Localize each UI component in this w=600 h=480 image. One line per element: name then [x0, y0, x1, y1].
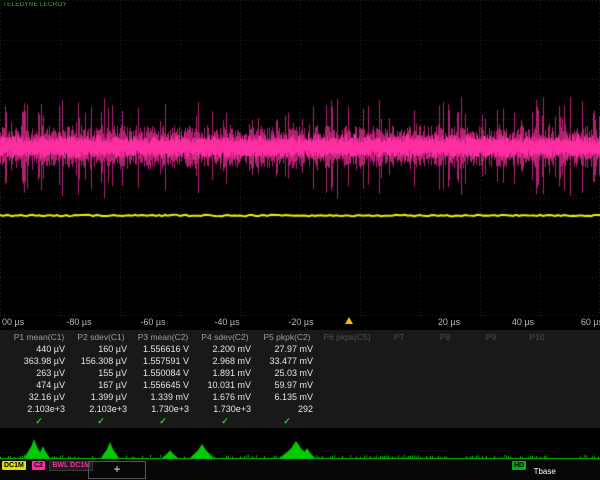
- measure-mean: 363.98 µV: [8, 355, 70, 367]
- histicon-strip: [0, 428, 600, 460]
- measure-header[interactable]: P2 sdev(C1): [70, 331, 132, 343]
- measure-header[interactable]: P6 pkpk(C5): [318, 331, 376, 343]
- measure-num: 2.103e+3: [8, 403, 70, 415]
- measure-min: 25.03 mV: [256, 367, 318, 379]
- measure-header[interactable]: P4 sdev(C2): [194, 331, 256, 343]
- measure-max: 474 µV: [8, 379, 70, 391]
- measure-header[interactable]: P3 mean(C2): [132, 331, 194, 343]
- time-tick: 40 µs: [512, 317, 534, 327]
- measure-header[interactable]: P1 mean(C1): [8, 331, 70, 343]
- measure-mean: 156.308 µV: [70, 355, 132, 367]
- measure-num: 1.730e+3: [132, 403, 194, 415]
- measure-column-p3: P3 mean(C2) 1.556616 V 1.557591 V 1.5500…: [132, 331, 194, 428]
- time-tick: -40 µs: [214, 317, 239, 327]
- time-tick: -20 µs: [288, 317, 313, 327]
- brand-logo: TELEDYNE LECROY: [3, 2, 67, 8]
- measure-column-p9: P9: [468, 331, 514, 428]
- hd-badge: HD: [512, 461, 526, 470]
- time-tick: -60 µs: [140, 317, 165, 327]
- measure-num: 2.103e+3: [70, 403, 132, 415]
- measure-max: 167 µV: [70, 379, 132, 391]
- measure-column-p5: P5 pkpk(C2) 27.97 mV 33.477 mV 25.03 mV …: [256, 331, 318, 428]
- time-tick: 20 µs: [438, 317, 460, 327]
- time-axis: 00 µs -80 µs -60 µs -40 µs -20 µs 20 µs …: [0, 317, 600, 330]
- time-tick: 00 µs: [2, 317, 24, 327]
- measure-header[interactable]: P9: [468, 331, 514, 343]
- c1-coupling-badge[interactable]: DC1M: [2, 461, 26, 470]
- time-tick: -80 µs: [66, 317, 91, 327]
- measure-column-p10: P10: [514, 331, 560, 428]
- measure-mean: 33.477 mV: [256, 355, 318, 367]
- measure-header[interactable]: P7: [376, 331, 422, 343]
- measure-status-icon: ✓: [194, 415, 256, 427]
- measure-status-icon: ✓: [256, 415, 318, 427]
- measure-value: 440 µV: [8, 343, 70, 355]
- channel-c2-descriptor[interactable]: C2 BWL DC1M 10.0 mV: [32, 461, 93, 480]
- cursor-box[interactable]: +: [88, 461, 146, 479]
- measure-column-p1: P1 mean(C1) 440 µV 363.98 µV 263 µV 474 …: [8, 331, 70, 428]
- measure-header[interactable]: P10: [514, 331, 560, 343]
- measure-column-p2: P2 sdev(C1) 160 µV 156.308 µV 155 µV 167…: [70, 331, 132, 428]
- measure-status-icon: ✓: [132, 415, 194, 427]
- measure-num: 292: [256, 403, 318, 415]
- trigger-marker[interactable]: [345, 317, 353, 324]
- measure-status-icon: ✓: [70, 415, 132, 427]
- crosshair-cursor[interactable]: +: [113, 462, 120, 476]
- measure-status-icon: ✓: [8, 415, 70, 427]
- measure-sdev: 1.339 mV: [132, 391, 194, 403]
- measure-min: 1.891 mV: [194, 367, 256, 379]
- measure-column-p7: P7: [376, 331, 422, 428]
- oscilloscope-screen: TELEDYNE LECROY 00 µs -80 µs -60 µs -40 …: [0, 0, 600, 480]
- measure-header[interactable]: P8: [422, 331, 468, 343]
- measure-value: 2.200 mV: [194, 343, 256, 355]
- measure-max: 10.031 mV: [194, 379, 256, 391]
- measurement-table: P1 mean(C1) 440 µV 363.98 µV 263 µV 474 …: [0, 330, 600, 428]
- measure-sdev: 1.399 µV: [70, 391, 132, 403]
- c2-coupling-badge[interactable]: BWL DC1M: [49, 461, 93, 471]
- measure-max: 59.97 mV: [256, 379, 318, 391]
- measure-max: 1.556645 V: [132, 379, 194, 391]
- c2-label-badge[interactable]: C2: [32, 461, 45, 470]
- timebase-descriptor[interactable]: HD Tbase 13 Bits 20.0 µs/div: [512, 461, 581, 480]
- time-tick: 60 µs: [581, 317, 600, 327]
- tbase-label: Tbase: [534, 467, 556, 476]
- measure-min: 263 µV: [8, 367, 70, 379]
- measure-value: 27.97 mV: [256, 343, 318, 355]
- measure-value: 160 µV: [70, 343, 132, 355]
- measure-header[interactable]: P5 pkpk(C2): [256, 331, 318, 343]
- measure-mean: 2.968 mV: [194, 355, 256, 367]
- channel-c1-descriptor[interactable]: DC1M 10.0 mV: [2, 461, 32, 480]
- measure-min: 1.550084 V: [132, 367, 194, 379]
- measure-column-p6: P6 pkpk(C5): [318, 331, 376, 428]
- measure-column-p4: P4 sdev(C2) 2.200 mV 2.968 mV 1.891 mV 1…: [194, 331, 256, 428]
- measure-sdev: 32.16 µV: [8, 391, 70, 403]
- waveform-display[interactable]: [0, 0, 600, 316]
- measure-min: 155 µV: [70, 367, 132, 379]
- measure-num: 1.730e+3: [194, 403, 256, 415]
- measure-sdev: 6.135 mV: [256, 391, 318, 403]
- status-bar: DC1M 10.0 mV C2 BWL DC1M 10.0 mV + HD Tb…: [0, 460, 600, 480]
- measure-column-p8: P8: [422, 331, 468, 428]
- measure-sdev: 1.676 mV: [194, 391, 256, 403]
- measure-mean: 1.557591 V: [132, 355, 194, 367]
- measure-value: 1.556616 V: [132, 343, 194, 355]
